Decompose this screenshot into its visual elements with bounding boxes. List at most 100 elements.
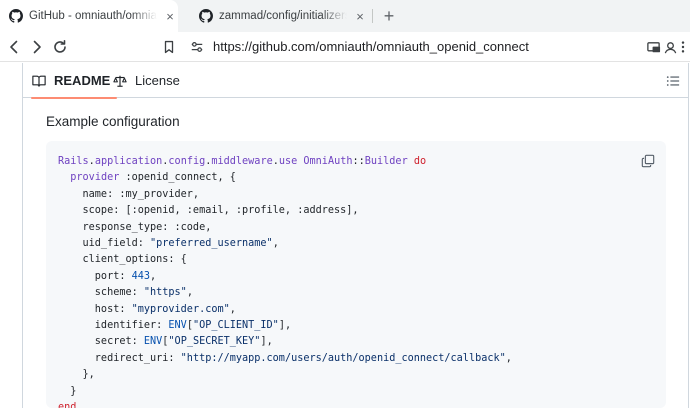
code-token: ::	[352, 156, 365, 167]
kebab-menu-icon	[681, 41, 685, 53]
browser-menu-button[interactable]	[676, 37, 690, 57]
page-content: README License Example configuration Rai…	[0, 63, 690, 408]
copy-code-button[interactable]	[638, 151, 658, 171]
browser-tab-strip: GitHub - omniauth/omniauth_openid_connec…	[0, 0, 690, 32]
tab-license-label: License	[135, 73, 180, 88]
code-token: "OP_CLIENT_ID"	[192, 320, 279, 332]
code-line: },	[58, 369, 95, 380]
tab-close-icon[interactable]: ×	[353, 9, 367, 24]
code-line: host: "myprovider.com",	[58, 304, 236, 315]
code-block: Rails.application.config.middleware.use …	[46, 141, 666, 408]
code-token: ENV	[168, 320, 187, 332]
github-icon	[9, 9, 23, 23]
code-line: secret: ENV["OP_SECRET_KEY"],	[58, 336, 273, 347]
law-icon	[113, 75, 127, 87]
browser-tab-github[interactable]: GitHub - omniauth/omniauth_openid_connec…	[0, 0, 178, 32]
code-token: ,	[505, 352, 512, 364]
code-line: }	[58, 386, 76, 397]
code-line: response_type: :code,	[58, 221, 212, 233]
code-token: "http://myapp.com/users/auth/openid_conn…	[180, 352, 506, 364]
readme-tabs-bar: README License	[23, 63, 688, 99]
code-line: identifier: ENV["OP_CLIENT_ID"],	[58, 320, 291, 331]
bookmark-icon	[164, 40, 174, 54]
code-token: identifier:	[58, 320, 169, 332]
new-tab-button[interactable]: +	[378, 3, 400, 29]
address-bar[interactable]: https://github.com/omniauth/omniauth_ope…	[213, 39, 529, 54]
code-token: scheme:	[58, 287, 144, 299]
code-token: port:	[58, 270, 132, 282]
tab-license[interactable]: License	[113, 63, 180, 98]
code-line: scope: [:openid, :email, :profile, :addr…	[58, 205, 359, 216]
book-icon	[32, 75, 46, 87]
code-token: ENV	[143, 336, 163, 348]
github-icon	[199, 9, 213, 23]
arrow-right-icon	[33, 40, 41, 54]
copy-icon	[641, 154, 655, 168]
code-token: scope: [:openid, :email, :profile, :addr…	[58, 205, 359, 217]
code-token: "https"	[143, 287, 187, 299]
code-token: Builder	[364, 156, 408, 167]
code-line: provider :openid_connect, {	[58, 172, 236, 183]
code-line: redirect_uri: "http://myapp.com/users/au…	[58, 353, 512, 364]
code-line: Rails.application.config.middleware.use …	[58, 156, 426, 167]
code-token: 443	[131, 270, 151, 282]
code-token: ],	[278, 320, 292, 332]
code-token: host:	[58, 303, 132, 315]
code-token: ,	[272, 238, 279, 250]
code-token: secret:	[58, 336, 144, 348]
code-content: Rails.application.config.middleware.use …	[58, 154, 512, 408]
code-token: application	[94, 156, 163, 167]
code-token: ,	[150, 270, 157, 282]
code-token: redirect_uri:	[58, 352, 181, 364]
code-line: name: :my_provider,	[58, 188, 200, 200]
code-token: }	[58, 385, 77, 397]
code-token: middleware	[211, 156, 273, 167]
back-button[interactable]	[4, 37, 24, 57]
forward-button[interactable]	[27, 37, 47, 57]
container-border	[22, 63, 23, 408]
code-token: do	[413, 156, 427, 167]
code-token: client_options: {	[58, 254, 187, 266]
browser-toolbar: https://github.com/omniauth/omniauth_ope…	[0, 32, 690, 62]
code-line: end	[58, 402, 76, 408]
code-token: uid_field:	[58, 238, 151, 250]
reload-button[interactable]	[50, 37, 70, 57]
code-token: response_type: :code,	[58, 221, 212, 233]
tab-readme[interactable]: README	[30, 63, 118, 99]
tab-readme-label: README	[54, 73, 111, 88]
code-token: config	[168, 156, 206, 167]
code-token: ],	[260, 336, 273, 348]
container-border	[688, 63, 689, 408]
list-icon	[666, 76, 680, 86]
site-info-button[interactable]	[187, 37, 207, 57]
reload-icon	[54, 40, 66, 53]
code-token: ,	[229, 303, 236, 315]
arrow-left-icon	[10, 40, 18, 54]
code-token: end	[58, 402, 77, 408]
browser-tab-title: GitHub - omniauth/omniauth_openid_connec…	[29, 10, 157, 22]
code-line: port: 443,	[58, 271, 156, 282]
section-heading: Example configuration	[46, 114, 180, 129]
code-token: "preferred_username"	[150, 238, 273, 250]
code-token: "myprovider.com"	[131, 303, 230, 315]
code-token: },	[58, 369, 95, 381]
tab-close-icon[interactable]: ×	[163, 9, 177, 24]
code-token: OmniAuth	[303, 156, 353, 167]
code-token: :openid_connect, {	[119, 172, 236, 184]
browser-tab-title: zammad/config/initializers/omniauth	[219, 10, 347, 22]
tab-divider	[372, 9, 373, 23]
outline-button[interactable]	[664, 72, 682, 90]
tune-icon	[191, 42, 203, 52]
code-token: provider	[70, 172, 120, 184]
bookmark-button[interactable]	[159, 37, 179, 57]
cast-icon	[646, 41, 660, 52]
code-line: scheme: "https",	[58, 287, 193, 298]
code-line: uid_field: "preferred_username",	[58, 238, 279, 249]
code-token: "OP_SECRET_KEY"	[168, 336, 261, 348]
code-token: use	[278, 156, 298, 167]
code-token: name: :my_provider,	[58, 188, 200, 200]
code-line: client_options: {	[58, 254, 187, 265]
browser-tab-zammad[interactable]: zammad/config/initializers/omniauth ×	[190, 0, 372, 32]
code-token: Rails	[58, 156, 89, 167]
